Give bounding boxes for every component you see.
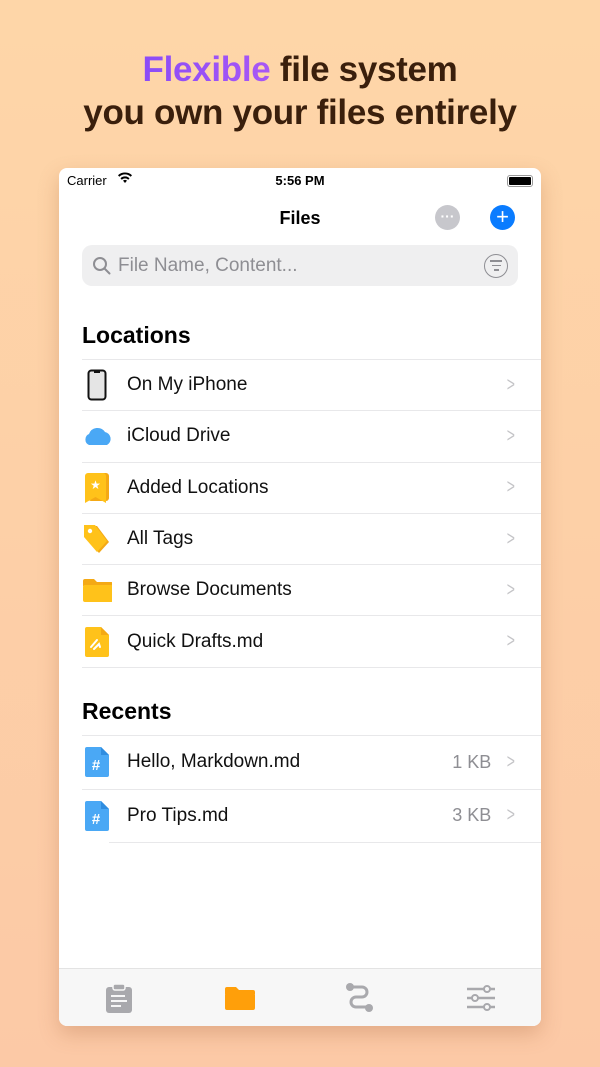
- sliders-icon: [466, 984, 495, 1011]
- location-browse-documents[interactable]: Browse Documents >: [82, 564, 541, 615]
- draft-icon: [82, 626, 112, 657]
- recent-file[interactable]: # Hello, Markdown.md 1 KB >: [82, 735, 541, 789]
- chevron-right-icon: >: [507, 424, 516, 447]
- chevron-right-icon: >: [507, 527, 516, 550]
- tab-workflows[interactable]: [340, 978, 380, 1018]
- location-label: All Tags: [127, 528, 194, 550]
- search-field[interactable]: File Name, Content...: [82, 245, 518, 286]
- svg-text:#: #: [92, 811, 101, 828]
- location-icloud-drive[interactable]: iCloud Drive >: [82, 410, 541, 461]
- filter-icon[interactable]: [484, 253, 508, 278]
- location-quick-drafts[interactable]: Quick Drafts.md >: [82, 615, 541, 666]
- file-name: Pro Tips.md: [127, 804, 229, 826]
- folder-icon: [82, 575, 112, 605]
- add-button[interactable]: +: [490, 205, 515, 230]
- recents-list: # Hello, Markdown.md 1 KB > # Pro Tips.md 3…: [59, 735, 541, 843]
- markdown-file-icon: #: [82, 747, 112, 778]
- more-button[interactable]: ···: [435, 205, 460, 230]
- chevron-right-icon: >: [507, 630, 516, 653]
- headline-accent: Flexible: [142, 50, 271, 89]
- location-label: Added Locations: [127, 476, 269, 498]
- location-label: Quick Drafts.md: [127, 630, 264, 652]
- tab-settings[interactable]: [461, 978, 501, 1018]
- clipboard-icon: [106, 982, 133, 1013]
- iphone-icon: [82, 369, 112, 401]
- chevron-right-icon: >: [507, 578, 516, 601]
- location-label: On My iPhone: [127, 374, 248, 396]
- search-input[interactable]: File Name, Content...: [118, 255, 484, 277]
- chevron-right-icon: >: [507, 750, 516, 773]
- location-on-my-iphone[interactable]: On My iPhone >: [82, 359, 541, 410]
- tab-bar: [59, 968, 541, 1026]
- headline: Flexible file system you own your files …: [0, 48, 600, 134]
- location-all-tags[interactable]: All Tags >: [82, 512, 541, 564]
- folder-icon: [224, 986, 255, 1010]
- bookmark-star-icon: ★: [82, 472, 112, 503]
- recent-file[interactable]: # Pro Tips.md 3 KB >: [82, 788, 541, 843]
- location-label: Browse Documents: [127, 579, 292, 601]
- recents-title: Recents: [82, 698, 172, 724]
- chevron-right-icon: >: [507, 476, 516, 499]
- route-icon: [346, 982, 374, 1012]
- tab-drafts[interactable]: [99, 978, 139, 1018]
- tab-files[interactable]: [220, 978, 260, 1018]
- file-size: 3 KB: [452, 805, 492, 826]
- battery-icon: [507, 175, 533, 187]
- headline-line2: you own your files entirely: [83, 93, 517, 132]
- page-title: Files: [279, 208, 321, 228]
- svg-text:★: ★: [90, 478, 101, 492]
- nav-bar: Files ··· +: [59, 194, 541, 242]
- location-label: iCloud Drive: [127, 425, 231, 447]
- locations-title: Locations: [82, 322, 191, 348]
- clock: 5:56 PM: [275, 173, 325, 188]
- locations-list: On My iPhone > iCloud Drive > ★ Added Loca…: [59, 359, 541, 668]
- tag-icon: [82, 524, 112, 554]
- search-icon: [93, 256, 111, 274]
- location-added-locations[interactable]: ★ Added Locations >: [82, 461, 541, 513]
- file-name: Hello, Markdown.md: [127, 751, 301, 773]
- chevron-right-icon: >: [507, 373, 516, 396]
- chevron-right-icon: >: [507, 804, 516, 827]
- headline-line1: file system: [270, 50, 458, 89]
- svg-text:#: #: [92, 757, 101, 774]
- markdown-file-icon: #: [82, 800, 112, 831]
- phone-screen: Carrier 5:56 PM Files ··· + File Name, C…: [59, 168, 541, 1026]
- file-size: 1 KB: [452, 751, 492, 772]
- status-bar: Carrier 5:56 PM: [59, 168, 541, 194]
- icloud-icon: [82, 421, 112, 451]
